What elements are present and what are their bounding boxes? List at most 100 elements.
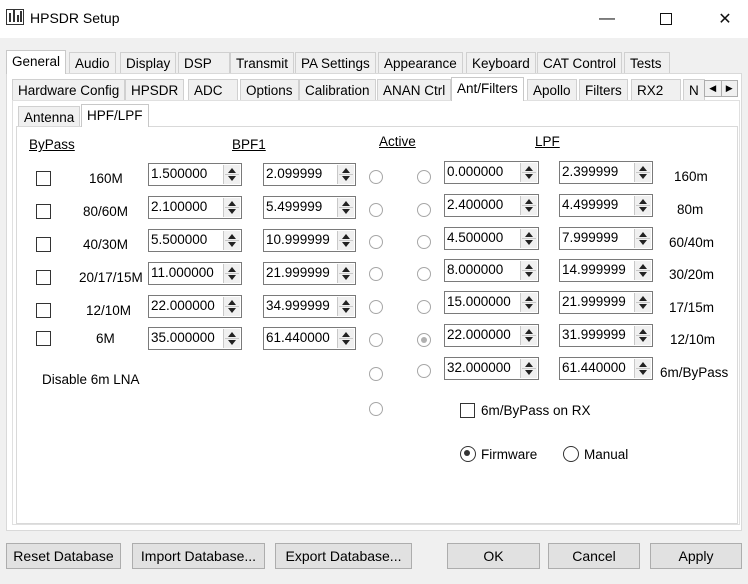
lpf-low-spinner[interactable]: 15.000000 [444,291,539,314]
scroll-right-icon[interactable]: ▶ [722,81,738,96]
lpf-low-spinner[interactable]: 2.400000 [444,194,539,217]
lpf-low-spinner[interactable]: 0.000000 [444,161,539,184]
bpf-high-spinner[interactable]: 21.999999 [263,262,356,285]
bpf-high-spinner[interactable]: 34.999999 [263,295,356,318]
tab-ant-filters[interactable]: Ant/Filters [451,77,524,101]
spinner-arrows-icon[interactable] [634,229,651,248]
lpf-high-spinner[interactable]: 2.399999 [559,161,653,184]
bpf-high-spinner[interactable]: 5.499999 [263,196,356,219]
spinner-arrows-icon[interactable] [520,229,537,248]
spinner-arrows-icon[interactable] [520,359,537,378]
bypass-checkbox-40-30m[interactable] [36,237,51,252]
bypass-checkbox-20-17-15m[interactable] [36,270,51,285]
tab-keyboard[interactable]: Keyboard [466,52,536,74]
spinner-arrows-icon[interactable] [223,198,240,217]
bpf-active-radio[interactable] [369,402,383,416]
tab-options[interactable]: Options [240,79,299,101]
lpf-active-radio[interactable] [417,300,431,314]
bpf-high-spinner[interactable]: 10.999999 [263,229,356,252]
lpf-low-spinner[interactable]: 4.500000 [444,227,539,250]
tab-general[interactable]: General [6,50,67,74]
spinner-arrows-icon[interactable] [520,163,537,182]
spinner-arrows-icon[interactable] [634,163,651,182]
spinner-arrows-icon[interactable] [223,165,240,184]
tab-apollo[interactable]: Apollo [527,79,577,101]
spinner-arrows-icon[interactable] [223,264,240,283]
spinner-arrows-icon[interactable] [634,261,651,280]
bypass-checkbox-6m[interactable] [36,331,51,346]
tab-audio[interactable]: Audio [69,52,116,74]
tab-appearance[interactable]: Appearance [378,52,463,74]
tab-hardware-config[interactable]: Hardware Config [12,79,126,101]
lpf-high-spinner[interactable]: 61.440000 [559,357,653,380]
tab-display[interactable]: Display [120,52,177,74]
lpf-high-spinner[interactable]: 21.999999 [559,291,653,314]
bpf-active-radio[interactable] [369,170,383,184]
bpf-active-radio[interactable] [369,235,383,249]
spinner-arrows-icon[interactable] [223,231,240,250]
bpf-active-radio[interactable] [369,300,383,314]
spinner-arrows-icon[interactable] [634,196,651,215]
tab-dsp[interactable]: DSP [178,52,230,74]
minimize-button[interactable]: — [584,0,630,38]
bpf-active-radio[interactable] [369,333,383,347]
tab-n[interactable]: N [683,79,705,101]
maximize-button[interactable] [643,0,689,38]
bpf-high-spinner[interactable]: 61.440000 [263,327,356,350]
lpf-active-radio[interactable] [417,364,431,378]
lpf-high-spinner[interactable]: 14.999999 [559,259,653,282]
tab-filters[interactable]: Filters [579,79,628,101]
tab-transmit[interactable]: Transmit [230,52,295,74]
tab-rx2[interactable]: RX2 [631,79,681,101]
tab-cat-control[interactable]: CAT Control [537,52,623,74]
lpf-active-radio[interactable] [417,203,431,217]
tab-calibration[interactable]: Calibration [299,79,376,101]
spinner-arrows-icon[interactable] [520,293,537,312]
bpf-low-spinner[interactable]: 1.500000 [148,163,242,186]
lpf-high-spinner[interactable]: 4.499999 [559,194,653,217]
apply-button[interactable]: Apply [650,543,742,569]
lpf-low-spinner[interactable]: 32.000000 [444,357,539,380]
lpf-active-radio-selected[interactable] [417,333,431,347]
spinner-arrows-icon[interactable] [520,261,537,280]
lpf-active-radio[interactable] [417,170,431,184]
tab-pa-settings[interactable]: PA Settings [295,52,376,74]
tab-adc[interactable]: ADC [188,79,238,101]
spinner-arrows-icon[interactable] [337,264,354,283]
tab-antenna[interactable]: Antenna [18,106,81,127]
reset-database-button[interactable]: Reset Database [6,543,121,569]
bpf-active-radio[interactable] [369,367,383,381]
bpf-low-spinner[interactable]: 11.000000 [148,262,242,285]
tab-hpsdr[interactable]: HPSDR [125,79,185,101]
lpf-high-spinner[interactable]: 31.999999 [559,324,653,347]
spinner-arrows-icon[interactable] [337,297,354,316]
import-database-button[interactable]: Import Database... [132,543,265,569]
spinner-arrows-icon[interactable] [634,326,651,345]
bpf-active-radio[interactable] [369,203,383,217]
bpf-high-spinner[interactable]: 2.099999 [263,163,356,186]
lpf-low-spinner[interactable]: 22.000000 [444,324,539,347]
cancel-button[interactable]: Cancel [548,543,640,569]
spinner-arrows-icon[interactable] [634,293,651,312]
bpf-low-spinner[interactable]: 22.000000 [148,295,242,318]
bpf-active-radio[interactable] [369,267,383,281]
spinner-arrows-icon[interactable] [634,359,651,378]
bypass-checkbox-160m[interactable] [36,171,51,186]
bypass-on-rx-checkbox[interactable] [460,403,475,418]
bpf-low-spinner[interactable]: 35.000000 [148,327,242,350]
ok-button[interactable]: OK [447,543,540,569]
spinner-arrows-icon[interactable] [223,329,240,348]
bpf-low-spinner[interactable]: 5.500000 [148,229,242,252]
lpf-high-spinner[interactable]: 7.999999 [559,227,653,250]
lpf-low-spinner[interactable]: 8.000000 [444,259,539,282]
spinner-arrows-icon[interactable] [223,297,240,316]
bpf-low-spinner[interactable]: 2.100000 [148,196,242,219]
bypass-checkbox-80-60m[interactable] [36,204,51,219]
spinner-arrows-icon[interactable] [337,198,354,217]
firmware-radio[interactable] [460,446,476,462]
lpf-active-radio[interactable] [417,235,431,249]
lpf-active-radio[interactable] [417,267,431,281]
tab-hpf-lpf[interactable]: HPF/LPF [81,104,149,127]
close-button[interactable]: ✕ [702,0,748,38]
spinner-arrows-icon[interactable] [520,326,537,345]
